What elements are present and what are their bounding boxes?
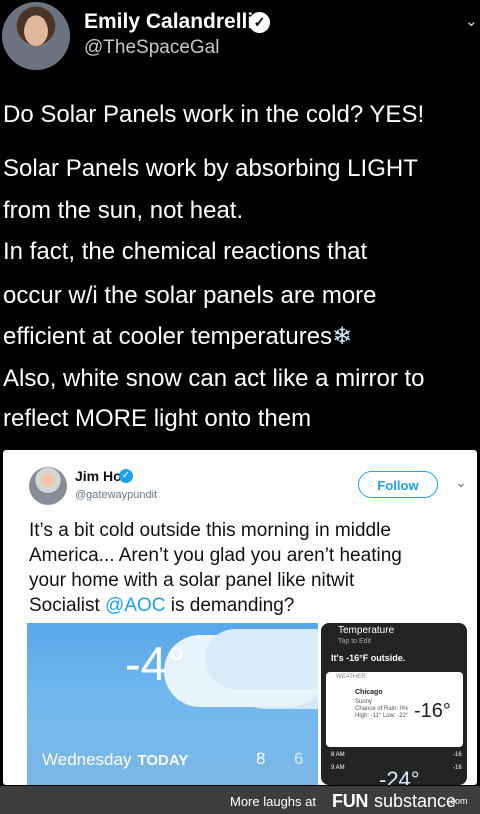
verified-badge-icon: ✓ xyxy=(119,469,133,483)
quoted-author-handle[interactable]: @gatewaypundit xyxy=(75,489,157,501)
tweet-text-line: from the sun, not heat. xyxy=(3,197,244,224)
weather-temperature: -4° xyxy=(125,637,186,690)
verified-badge-icon: ✓ xyxy=(249,12,270,33)
more-laughs-text: More laughs at xyxy=(230,794,316,809)
footer-bar: More laughs at FUN substance .com xyxy=(0,786,480,814)
avatar-face xyxy=(24,16,48,46)
tweet-header: Emily Calandrelli ✓ @TheSpaceGal ⌄ xyxy=(0,0,480,78)
chevron-down-icon[interactable]: ⌄ xyxy=(455,474,467,491)
quoted-text-line: It’s a bit cold outside this morning in … xyxy=(29,520,391,541)
tweet-text-line: Solar Panels work by absorbing LIGHT xyxy=(3,155,418,182)
high-temperature: 8 xyxy=(256,749,266,768)
brand-substance[interactable]: substance xyxy=(374,791,456,812)
today-label: TODAY xyxy=(137,752,189,769)
weather-label: WEATHER xyxy=(336,674,366,680)
follow-button[interactable]: Follow xyxy=(358,471,438,498)
card-temperature: -16° xyxy=(414,700,451,722)
weather-card: WEATHER Chicago Sunny Chance of Rain: 0% H… xyxy=(326,672,463,747)
outside-temperature-text: It's -16°F outside. xyxy=(331,653,406,663)
weather-condition: Sunny Chance of Rain: 0% High: -11° Low: -… xyxy=(355,699,408,720)
tweet-text-line: Do Solar Panels work in the cold? YES! xyxy=(3,101,425,128)
condition-text: Sunny xyxy=(355,699,373,705)
range-text: High: -11° Low: -22° xyxy=(355,713,409,719)
hour-temperature: -16 xyxy=(453,752,462,758)
quoted-text-line: your home with a solar panel like nitwit xyxy=(29,570,355,591)
snowflake-icon: ❄ xyxy=(332,323,353,350)
tap-to-edit-label: Tap to Edit xyxy=(338,638,372,645)
author-handle[interactable]: @TheSpaceGal xyxy=(84,37,219,59)
cloud-icon xyxy=(205,629,318,689)
brand-fun[interactable]: FUN xyxy=(332,791,368,812)
quoted-avatar[interactable] xyxy=(29,467,67,505)
mention-link[interactable]: @AOC xyxy=(105,595,165,616)
quoted-text-line: America... Aren’t you glad you aren’t he… xyxy=(29,545,402,566)
hour-label: 9 AM xyxy=(331,765,345,771)
brand-domain[interactable]: .com xyxy=(448,796,468,806)
rain-text: Chance of Rain: 0% xyxy=(355,706,409,712)
weather-screenshot: -4° Wednesday TODAY 8 6 xyxy=(27,623,318,785)
tweet-text-line: occur w/i the solar panels are more xyxy=(3,282,377,309)
avatar[interactable] xyxy=(2,2,70,70)
tweet-text-line: reflect MORE light onto them xyxy=(3,405,312,432)
quoted-text-fragment: Socialist xyxy=(29,595,106,616)
quoted-tweet-card[interactable]: Jim Hoft ✓ @gatewaypundit Follow ⌄ It’s … xyxy=(3,450,477,785)
tweet-text-line: In fact, the chemical reactions that xyxy=(3,238,368,265)
weekday-label: Wednesday xyxy=(42,750,132,769)
tweet-text-line: efficient at cooler temperatures❄ xyxy=(3,322,352,352)
tweet-text-line: Also, white snow can act like a mirror t… xyxy=(3,365,425,392)
weather-day: Wednesday TODAY xyxy=(42,750,188,770)
hour-label: 8 AM xyxy=(331,752,345,758)
city-name: Chicago xyxy=(355,689,383,696)
tweet-text-fragment: efficient at cooler temperatures xyxy=(3,323,333,350)
siri-weather-screenshot: Temperature Tap to Edit It's -16°F outsi… xyxy=(321,623,467,785)
quoted-text-fragment: is demanding? xyxy=(165,595,295,616)
bottom-temperature: -24° xyxy=(379,767,420,785)
panel-title: Temperature xyxy=(338,625,395,636)
author-name[interactable]: Emily Calandrelli xyxy=(84,10,253,34)
quoted-text-line: Socialist @AOC is demanding? xyxy=(29,593,294,618)
chevron-down-icon[interactable]: ⌄ xyxy=(465,12,478,30)
low-temperature: 6 xyxy=(294,749,304,768)
hour-temperature: -16 xyxy=(453,765,462,771)
